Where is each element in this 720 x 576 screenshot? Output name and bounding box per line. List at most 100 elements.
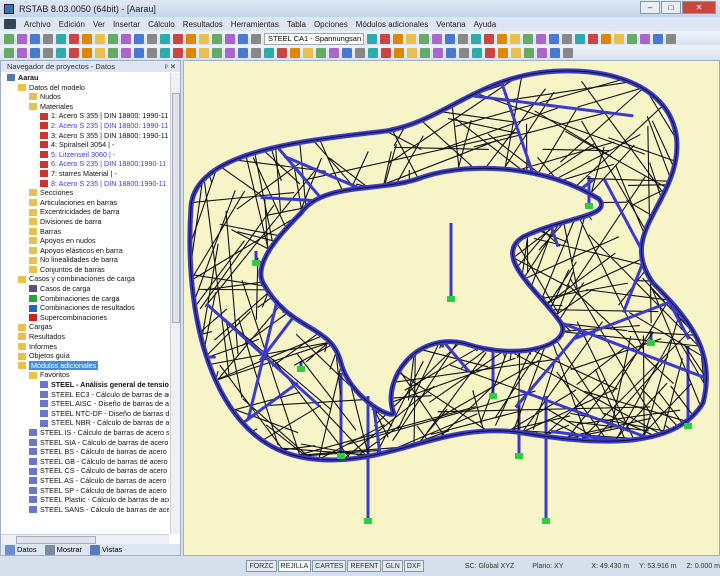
toolbar-button-icon[interactable]: [108, 47, 118, 58]
toolbar-button-icon[interactable]: [30, 47, 40, 58]
toolbar-button-icon[interactable]: [43, 33, 53, 44]
toolbar-button-icon[interactable]: [653, 33, 663, 44]
tree-item[interactable]: Barras: [1, 227, 169, 237]
toolbar-button-icon[interactable]: [368, 47, 378, 58]
toolbar-button-icon[interactable]: [380, 33, 390, 44]
toolbar-button-icon[interactable]: [575, 33, 585, 44]
toolbar-button-icon[interactable]: [393, 33, 403, 44]
navigator-vertical-scrollbar[interactable]: [170, 73, 180, 534]
toolbar-button-icon[interactable]: [173, 47, 183, 58]
toolbar-button-icon[interactable]: [394, 47, 404, 58]
tree-item[interactable]: STEEL IS - Cálculo de barras de acero se…: [1, 428, 169, 438]
tree-item[interactable]: STEEL AISC - Diseño de barras de acero: [1, 399, 169, 409]
tree-item[interactable]: Nudos: [1, 92, 169, 102]
minimize-button[interactable]: –: [640, 1, 660, 14]
toolbar-button-icon[interactable]: [17, 47, 27, 58]
tree-item[interactable]: STEEL BS - Cálculo de barras de acero se…: [1, 447, 169, 457]
toolbar-button-icon[interactable]: [82, 47, 92, 58]
toolbar-button-icon[interactable]: [95, 47, 105, 58]
tree-item[interactable]: Supercombinaciones: [1, 313, 169, 323]
tree-item[interactable]: STEEL GB - Cálculo de barras de acero se…: [1, 457, 169, 467]
tree-item[interactable]: 7: starres Material | -: [1, 169, 169, 179]
tree-item[interactable]: STEEL - Análisis general de tensiones: [1, 380, 169, 390]
tree-item[interactable]: 6: Acero S 235 | DIN 18800:1990-11: [1, 159, 169, 169]
tree-item[interactable]: Secciones: [1, 188, 169, 198]
toolbar-button-icon[interactable]: [17, 33, 27, 44]
toolbar-button-icon[interactable]: [419, 33, 429, 44]
toolbar-button-icon[interactable]: [549, 33, 559, 44]
toolbar-button-icon[interactable]: [121, 47, 131, 58]
tree-item[interactable]: Divisiones de barra: [1, 217, 169, 227]
toolbar-button-icon[interactable]: [147, 47, 157, 58]
tree-item[interactable]: STEEL NTC-DF - Diseño de barras de acero: [1, 409, 169, 419]
doc-menu-icon[interactable]: [4, 19, 16, 29]
toolbar-button-icon[interactable]: [329, 47, 339, 58]
tree-item[interactable]: Casos y combinaciones de carga: [1, 274, 169, 284]
menu-5[interactable]: Resultados: [183, 20, 223, 29]
toolbar-button-icon[interactable]: [290, 47, 300, 58]
toolbar-button-icon[interactable]: [432, 33, 442, 44]
toolbar-button-icon[interactable]: [497, 33, 507, 44]
toolbar-button-icon[interactable]: [134, 47, 144, 58]
tree-item[interactable]: STEEL AS - Cálculo de barras de acero se…: [1, 476, 169, 486]
maximize-button[interactable]: □: [661, 1, 681, 14]
toolbar-button-icon[interactable]: [30, 33, 40, 44]
toolbar-button-icon[interactable]: [420, 47, 430, 58]
tree-item[interactable]: Resultados: [1, 332, 169, 342]
toolbar-button-icon[interactable]: [459, 47, 469, 58]
status-toggle-dxf[interactable]: DXF: [403, 560, 424, 572]
toolbar-button-icon[interactable]: [199, 33, 209, 44]
tree-item[interactable]: STEEL Plastic - Cálculo de barras de ace…: [1, 495, 169, 505]
menu-9[interactable]: Módulos adicionales: [356, 20, 429, 29]
toolbar-button-icon[interactable]: [251, 33, 261, 44]
toolbar-button-icon[interactable]: [69, 47, 79, 58]
toolbar-button-icon[interactable]: [614, 33, 624, 44]
toolbar-button-icon[interactable]: [238, 47, 248, 58]
load-case-combo[interactable]: STEEL CA1 - Spannungsan: [264, 32, 364, 45]
toolbar-button-icon[interactable]: [498, 47, 508, 58]
toolbar-button-icon[interactable]: [264, 47, 274, 58]
toolbar-button-icon[interactable]: [601, 33, 611, 44]
toolbar-button-icon[interactable]: [303, 47, 313, 58]
toolbar-button-icon[interactable]: [536, 33, 546, 44]
toolbar-button-icon[interactable]: [562, 33, 572, 44]
toolbar-button-icon[interactable]: [186, 33, 196, 44]
toolbar-button-icon[interactable]: [510, 33, 520, 44]
toolbar-button-icon[interactable]: [69, 33, 79, 44]
tree-item[interactable]: Cargas: [1, 322, 169, 332]
toolbar-button-icon[interactable]: [121, 33, 131, 44]
tree-item[interactable]: No linealidades de barra: [1, 255, 169, 265]
tree-item[interactable]: Módulos adicionales: [1, 360, 169, 371]
model-viewport[interactable]: [183, 60, 720, 556]
toolbar-button-icon[interactable]: [108, 33, 118, 44]
tree-item[interactable]: Apoyos elásticos en barra: [1, 246, 169, 256]
toolbar-button-icon[interactable]: [407, 47, 417, 58]
toolbar-button-icon[interactable]: [627, 33, 637, 44]
menu-8[interactable]: Opciones: [314, 20, 348, 29]
status-toggle-forzc[interactable]: FORZC: [246, 560, 277, 572]
menu-0[interactable]: Archivo: [24, 20, 51, 29]
toolbar-button-icon[interactable]: [381, 47, 391, 58]
menu-6[interactable]: Herramientas: [231, 20, 279, 29]
toolbar-button-icon[interactable]: [160, 47, 170, 58]
tree-item[interactable]: 1: Acero S 355 | DIN 18800: 1990-11: [1, 111, 169, 121]
menu-2[interactable]: Ver: [93, 20, 105, 29]
toolbar-button-icon[interactable]: [523, 33, 533, 44]
toolbar-button-icon[interactable]: [342, 47, 352, 58]
toolbar-button-icon[interactable]: [472, 47, 482, 58]
toolbar-button-icon[interactable]: [212, 33, 222, 44]
menu-10[interactable]: Ventana: [436, 20, 465, 29]
menu-7[interactable]: Tabla: [287, 20, 306, 29]
toolbar-button-icon[interactable]: [225, 47, 235, 58]
toolbar-button-icon[interactable]: [406, 33, 416, 44]
tree-item[interactable]: 2: Acero S 235 | DIN 18800: 1990-11: [1, 121, 169, 131]
toolbar-button-icon[interactable]: [56, 33, 66, 44]
status-toggle-refent[interactable]: REFENT: [347, 560, 382, 572]
tree-item[interactable]: 4: Spiralseil 3054 | -: [1, 140, 169, 150]
toolbar-button-icon[interactable]: [537, 47, 547, 58]
toolbar-button-icon[interactable]: [277, 47, 287, 58]
tree-item[interactable]: STEEL SIA - Cálculo de barras de acero: [1, 438, 169, 448]
tree-item[interactable]: Informes: [1, 342, 169, 352]
toolbar-button-icon[interactable]: [316, 47, 326, 58]
toolbar-button-icon[interactable]: [238, 33, 248, 44]
